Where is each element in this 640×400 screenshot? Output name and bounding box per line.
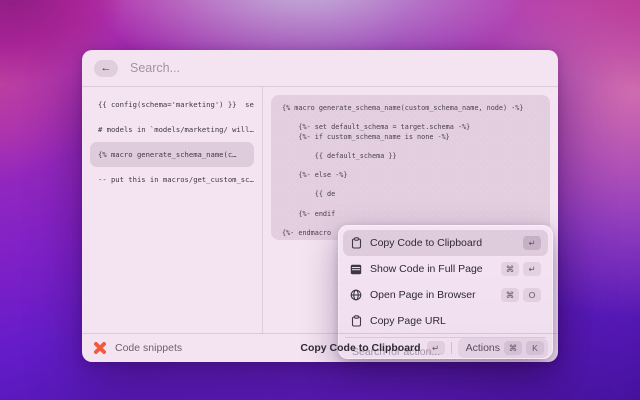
menu-item-label: Show Code in Full Page	[370, 263, 483, 275]
content-area: {{ config(schema='marketing') }} sel… # …	[82, 87, 558, 359]
menu-item-copy-code[interactable]: Copy Code to Clipboard ↵	[343, 230, 548, 256]
actions-button[interactable]: Actions ⌘ K	[457, 338, 548, 358]
primary-action-label[interactable]: Copy Code to Clipboard	[300, 342, 420, 354]
arrow-left-icon: ←	[100, 62, 112, 74]
search-input[interactable]	[128, 60, 546, 76]
extension-name: Code snippets	[115, 342, 183, 354]
cmd-key-badge: ⌘	[501, 262, 519, 276]
list-item[interactable]: # models in `models/marketing/ will…	[90, 117, 254, 142]
menu-item-label: Copy Code to Clipboard	[370, 237, 483, 249]
snippet-list: {{ config(schema='marketing') }} sel… # …	[82, 87, 263, 334]
cmd-key-badge: ⌘	[504, 341, 522, 355]
menu-item-show-full-page[interactable]: Show Code in Full Page ⌘ ↵	[343, 256, 548, 282]
return-key-badge: ↵	[523, 236, 541, 250]
clipboard-icon	[350, 237, 362, 249]
search-header: ←	[82, 50, 558, 87]
menu-item-label: Copy Page URL	[370, 315, 446, 327]
list-item-selected[interactable]: {% macro generate_schema_name(c…	[90, 142, 254, 167]
footer-divider	[450, 342, 452, 354]
k-key-badge: K	[526, 341, 544, 355]
actions-label: Actions	[465, 342, 500, 354]
cmd-key-badge: ⌘	[501, 288, 519, 302]
back-button[interactable]: ←	[94, 59, 118, 77]
fullpage-window-icon	[350, 263, 362, 275]
menu-item-copy-url[interactable]: Copy Page URL	[343, 308, 548, 334]
clipboard-icon	[350, 315, 362, 327]
o-key-badge: O	[523, 288, 541, 302]
extension-logo-icon	[92, 341, 107, 356]
menu-item-open-browser[interactable]: Open Page in Browser ⌘ O	[343, 282, 548, 308]
globe-icon	[350, 289, 362, 301]
return-key-badge: ↵	[426, 341, 445, 355]
list-item[interactable]: -- put this in macros/get_custom_sc…	[90, 167, 254, 192]
menu-item-label: Open Page in Browser	[370, 289, 476, 301]
list-item[interactable]: {{ config(schema='marketing') }} sel…	[90, 92, 254, 117]
code-text: {% macro generate_schema_name(custom_sch…	[282, 104, 524, 237]
code-block: {% macro generate_schema_name(custom_sch…	[271, 95, 550, 240]
footer-bar: Code snippets Copy Code to Clipboard ↵ A…	[82, 333, 558, 362]
launcher-window: ← {{ config(schema='marketing') }} sel… …	[82, 50, 558, 362]
desktop: { "window": { "search": { "placeholder":…	[0, 0, 640, 400]
return-key-badge: ↵	[523, 262, 541, 276]
